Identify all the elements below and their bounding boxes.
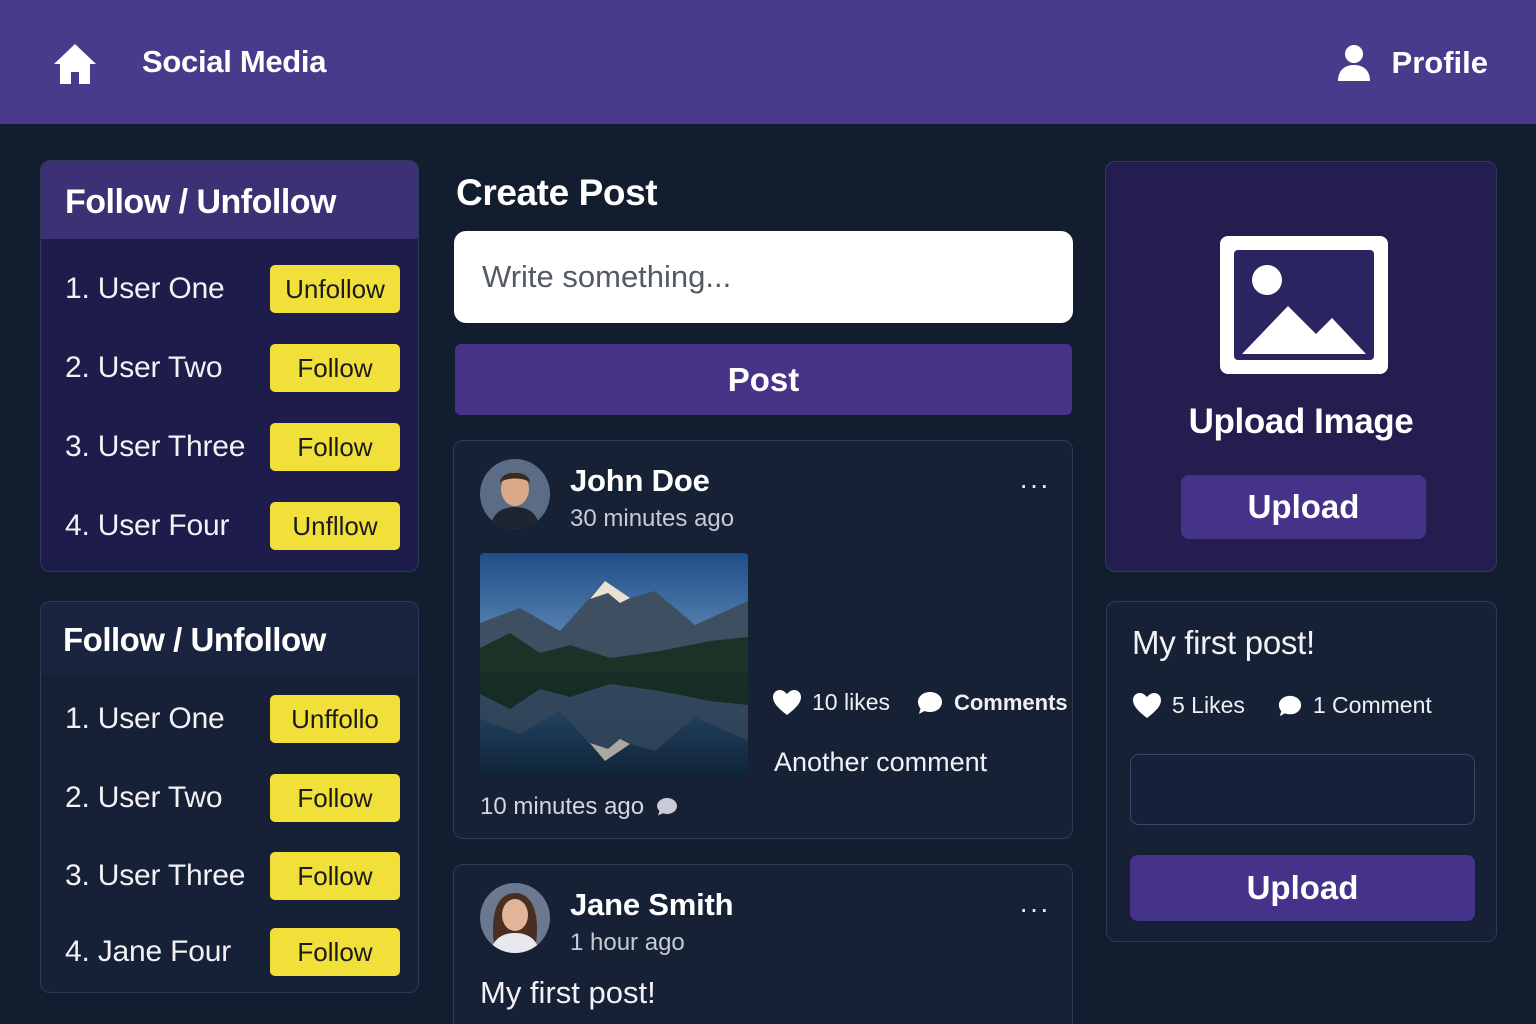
list-item: 1. User One Unfollow [65,264,400,314]
upload-button[interactable]: Upload [1130,855,1475,921]
upload-image-panel: Upload Image Upload [1105,161,1497,572]
unfollow-button[interactable]: Unfollow [270,265,400,313]
user-name: 1. User One [65,272,225,305]
panel-heading: Follow / Unfollow [41,161,418,239]
comments-label: Comments [953,689,1068,715]
post-author[interactable]: Jane Smith [570,887,734,923]
list-item: 3. User Three Follow [65,422,400,472]
post-timestamp: 30 minutes ago [570,505,735,532]
user-icon [1337,45,1370,81]
app-title: Social Media [142,44,327,79]
comment-icon [1278,695,1301,716]
my-post-panel: My first post! 5 Likes 1 Comment Upload [1106,601,1497,942]
user-name: 2. User Two [65,351,223,384]
comment-text: Another comment [774,747,988,777]
comment-icon[interactable] [656,797,678,817]
like-button[interactable]: 10 likes [772,689,890,716]
post-stats: 10 likes Comments [772,689,1068,716]
create-post-title: Create Post [456,172,658,213]
user-name: 4. Jane Four [65,935,232,968]
my-post-title: My first post! [1132,624,1315,661]
more-options-icon[interactable]: ··· [1019,893,1050,925]
follow-button[interactable]: Follow [270,344,400,392]
comment-time-label: 10 minutes ago [480,793,645,820]
follow-button[interactable]: Follow [270,774,400,822]
upload-image-title: Upload Image [1188,402,1414,441]
comment-timestamp: 10 minutes ago [480,793,678,821]
heart-icon [1133,693,1161,718]
feed-post: John Doe 30 minutes ago ··· 10 likes Com… [453,440,1073,839]
post-text: My first post! [480,975,656,1010]
like-button[interactable]: 5 Likes [1132,692,1245,719]
top-navigation-bar: Social Media Profile [0,0,1536,124]
user-name: 4. User Four [65,509,230,542]
my-post-stats: 5 Likes 1 Comment [1132,692,1432,719]
list-item: 2. User Two Follow [65,773,400,823]
feed-post: Jane Smith 1 hour ago ··· My first post! [453,864,1073,1024]
list-item: 4. Jane Four Follow [65,927,400,977]
unfollow-button[interactable]: Unffollo [270,695,400,743]
likes-count: 10 likes [812,689,890,715]
likes-count: 5 Likes [1172,692,1245,718]
comment-icon [917,691,942,714]
comments-button[interactable]: Comments [916,690,1068,716]
list-item: 2. User Two Follow [65,343,400,393]
follow-panel: Follow / Unfollow 1. User One Unfollow 2… [40,160,419,572]
list-item: 1. User One Unffollo [65,694,400,744]
post-author[interactable]: John Doe [570,463,710,499]
comment-input[interactable] [1130,754,1475,825]
post-image[interactable] [480,553,748,779]
image-icon [1220,236,1388,374]
home-icon[interactable] [52,42,98,86]
panel-heading: Follow / Unfollow [41,602,418,674]
comments-button[interactable]: 1 Comment [1277,692,1432,719]
avatar[interactable] [480,883,550,953]
user-name: 2. User Two [65,781,223,814]
profile-link[interactable]: Profile [1336,44,1488,82]
heart-icon [773,690,801,715]
follow-button[interactable]: Follow [270,852,400,900]
profile-label: Profile [1391,45,1488,80]
user-name: 3. User Three [65,430,246,463]
comments-count: 1 Comment [1312,692,1432,718]
avatar[interactable] [480,459,550,529]
follow-button[interactable]: Follow [270,928,400,976]
post-button[interactable]: Post [455,344,1072,415]
user-name: 3. User Three [65,859,246,892]
follow-button[interactable]: Follow [270,423,400,471]
list-item: 3. User Three Follow [65,851,400,901]
post-timestamp: 1 hour ago [570,929,685,956]
upload-button[interactable]: Upload [1181,475,1426,539]
list-item: 4. User Four Unfllow [65,501,400,551]
more-options-icon[interactable]: ··· [1019,469,1050,501]
unfollow-button[interactable]: Unfllow [270,502,400,550]
follow-panel: Follow / Unfollow 1. User One Unffollo 2… [40,601,419,993]
user-name: 1. User One [65,702,225,735]
post-text-input[interactable] [454,231,1073,323]
